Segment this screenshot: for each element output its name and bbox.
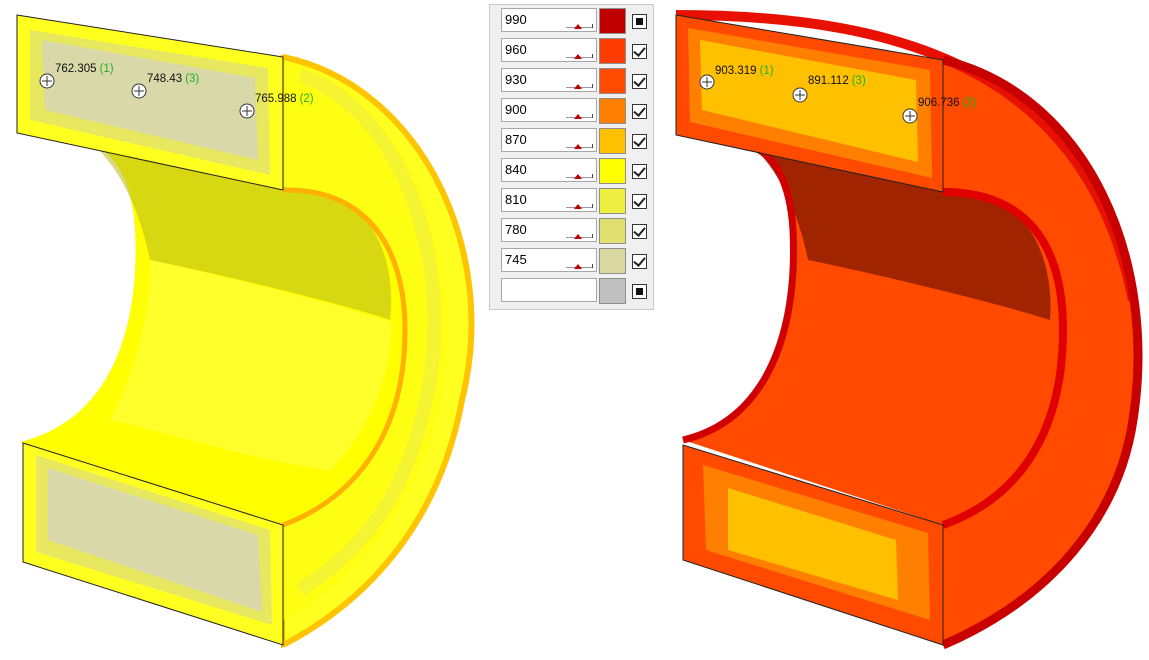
legend-row: 960 bbox=[490, 35, 655, 65]
probe-label: 748.43 (3) bbox=[147, 73, 199, 85]
probe-label: 891.112 (3) bbox=[808, 75, 866, 87]
right-part-model bbox=[675, 10, 1143, 650]
legend-threshold-input[interactable]: 810 bbox=[501, 188, 597, 212]
legend-threshold-value: 960 bbox=[505, 42, 527, 57]
probe-id: (1) bbox=[759, 65, 774, 77]
legend-threshold-input[interactable]: 900 bbox=[501, 98, 597, 122]
legend-threshold-input[interactable] bbox=[501, 278, 597, 302]
legend-checkbox[interactable] bbox=[632, 254, 647, 269]
legend-color-swatch[interactable] bbox=[599, 188, 626, 214]
legend-color-swatch[interactable] bbox=[599, 38, 626, 64]
legend-row: 745 bbox=[490, 245, 655, 275]
legend-checkbox[interactable] bbox=[632, 44, 647, 59]
legend-threshold-input[interactable]: 990 bbox=[501, 8, 597, 32]
legend-color-swatch[interactable] bbox=[599, 68, 626, 94]
probe-label: 906.736 (2) bbox=[918, 97, 977, 109]
legend-color-swatch[interactable] bbox=[599, 278, 626, 304]
legend-threshold-input[interactable]: 930 bbox=[501, 68, 597, 92]
legend-threshold-value: 930 bbox=[505, 72, 527, 87]
legend-color-swatch[interactable] bbox=[599, 248, 626, 274]
legend-checkbox[interactable] bbox=[632, 74, 647, 89]
legend-row: 990 bbox=[490, 5, 655, 35]
legend-threshold-input[interactable]: 780 bbox=[501, 218, 597, 242]
legend-color-swatch[interactable] bbox=[599, 128, 626, 154]
probe-value: 765.988 bbox=[255, 93, 297, 105]
probe-marker-icon[interactable] bbox=[792, 87, 808, 103]
legend-row: 930 bbox=[490, 65, 655, 95]
legend-threshold-value: 780 bbox=[505, 222, 527, 237]
legend-color-swatch[interactable] bbox=[599, 218, 626, 244]
legend-threshold-value: 870 bbox=[505, 132, 527, 147]
legend-toggle[interactable] bbox=[632, 284, 647, 299]
probe-marker-icon[interactable] bbox=[39, 73, 55, 89]
probe-id: (3) bbox=[185, 73, 200, 85]
legend-threshold-input[interactable]: 745 bbox=[501, 248, 597, 272]
color-legend-panel: 990 960 930 900 870 840 810 780 745 bbox=[489, 4, 654, 310]
probe-marker-icon[interactable] bbox=[239, 103, 255, 119]
legend-threshold-value: 900 bbox=[505, 102, 527, 117]
legend-color-swatch[interactable] bbox=[599, 8, 626, 34]
legend-row: 840 bbox=[490, 155, 655, 185]
legend-color-swatch[interactable] bbox=[599, 98, 626, 124]
legend-row: 870 bbox=[490, 125, 655, 155]
legend-threshold-value: 810 bbox=[505, 192, 527, 207]
probe-marker-icon[interactable] bbox=[131, 83, 147, 99]
legend-threshold-input[interactable]: 870 bbox=[501, 128, 597, 152]
legend-threshold-value: 990 bbox=[505, 12, 527, 27]
probe-label: 903.319 (1) bbox=[715, 65, 774, 77]
probe-marker-icon[interactable] bbox=[902, 108, 918, 124]
legend-threshold-input[interactable]: 840 bbox=[501, 158, 597, 182]
legend-threshold-input[interactable]: 960 bbox=[501, 38, 597, 62]
legend-checkbox[interactable] bbox=[632, 104, 647, 119]
legend-row: 900 bbox=[490, 95, 655, 125]
probe-id: (1) bbox=[99, 63, 114, 75]
probe-value: 903.319 bbox=[715, 65, 757, 77]
legend-row: 780 bbox=[490, 215, 655, 245]
probe-id: (3) bbox=[851, 75, 866, 87]
probe-value: 762.305 bbox=[55, 63, 97, 75]
legend-checkbox[interactable] bbox=[632, 164, 647, 179]
probe-label: 765.988 (2) bbox=[255, 93, 314, 105]
probe-id: (2) bbox=[962, 97, 977, 109]
legend-row: 810 bbox=[490, 185, 655, 215]
legend-checkbox[interactable] bbox=[632, 194, 647, 209]
probe-label: 762.305 (1) bbox=[55, 63, 114, 75]
legend-row bbox=[490, 275, 655, 305]
probe-value: 906.736 bbox=[918, 97, 960, 109]
left-3d-viewport[interactable]: 762.305 (1) 748.43 (3) 765.988 (2) bbox=[0, 0, 480, 656]
probe-value: 748.43 bbox=[147, 73, 183, 85]
probe-marker-icon[interactable] bbox=[699, 74, 715, 90]
legend-checkbox[interactable] bbox=[632, 224, 647, 239]
legend-threshold-value: 745 bbox=[505, 252, 527, 267]
legend-threshold-value: 840 bbox=[505, 162, 527, 177]
probe-id: (2) bbox=[299, 93, 314, 105]
right-3d-viewport[interactable]: 903.319 (1) 891.112 (3) 906.736 (2) bbox=[668, 0, 1149, 656]
left-part-model bbox=[16, 14, 475, 649]
legend-color-swatch[interactable] bbox=[599, 158, 626, 184]
legend-checkbox[interactable] bbox=[632, 134, 647, 149]
probe-value: 891.112 bbox=[808, 75, 849, 87]
legend-toggle[interactable] bbox=[632, 14, 647, 29]
